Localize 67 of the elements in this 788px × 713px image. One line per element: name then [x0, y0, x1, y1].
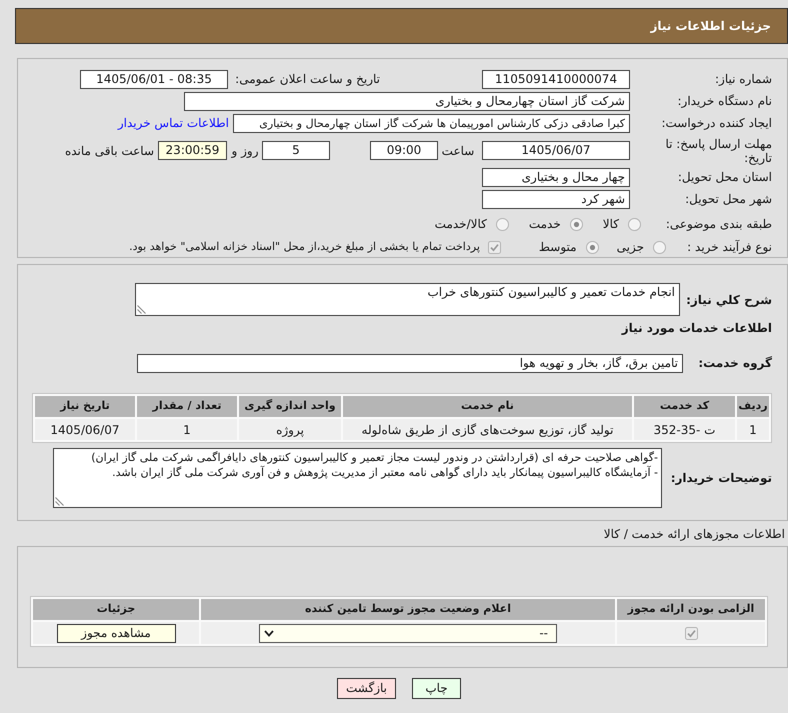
field-label: استان محل تحویل:	[676, 169, 772, 186]
field-label: شهر محل تحویل:	[684, 191, 772, 208]
section-title: اطلاعات مجوزهای ارائه خدمت / کالا	[604, 526, 785, 542]
back-button[interactable]: بازگشت	[337, 678, 396, 699]
column-header: جزئیات	[33, 599, 199, 620]
field-label: نوع فرآیند خرید :	[686, 239, 772, 256]
radio-button[interactable]	[570, 218, 583, 230]
field-label: طبقه بندی موضوعی:	[664, 216, 772, 233]
radio-button[interactable]	[496, 218, 509, 230]
status-select[interactable]: --	[259, 624, 557, 642]
field-label: روز و	[230, 142, 260, 160]
field-label: نام دستگاه خریدار:	[676, 93, 772, 110]
checkbox-label: پرداخت تمام یا بخشی از مبلغ خرید،از محل "اسناد خزانه اسلامی" خواهد بود.	[129, 238, 480, 255]
field-label: تاریخ و ساعت اعلان عمومی:	[234, 71, 380, 88]
chevron-down-icon	[264, 630, 274, 636]
notes-textarea[interactable]: -گواهی صلاحیت حرفه ای (قرارداشتن در وندور لیست مجاز تعمیر و کالیبراسیون کنتورهای دایافراگمی شرکت ملی گاز ایران) - آزمایشگاه کالیبراسیون پیمانکار باید دارای گواهی نامه معتبر از مدیریت پژوهش و فن آوری شرکت ملی گاز ایران باشد.	[53, 448, 662, 508]
checkbox[interactable]	[488, 240, 501, 254]
column-header: ردیف	[737, 396, 769, 417]
province-field[interactable]: چهار محال و بختیاری	[482, 168, 630, 186]
field-label: گروه خدمت:	[697, 355, 772, 372]
field-label: ساعت	[440, 142, 476, 160]
radio-label: متوسط	[538, 239, 577, 256]
table-cell: پروژه	[239, 419, 341, 440]
radio-label: کالا	[602, 216, 619, 233]
field-label: مهلت ارسال پاسخ: تا تاریخ:	[664, 136, 772, 164]
field-label: ساعت باقی مانده	[64, 142, 154, 160]
field-label: شماره نیاز:	[714, 71, 772, 88]
table-cell: 1405/06/07	[35, 419, 135, 440]
service-group-field[interactable]: تامین برق، گاز، بخار و تهویه هوا	[137, 354, 683, 372]
column-header: الزامی بودن ارائه مجوز	[617, 599, 765, 620]
resize-grip-icon[interactable]	[137, 305, 146, 314]
table-cell: ت -35-352	[634, 419, 735, 440]
radio-label: جزیی	[616, 239, 644, 256]
field-label: توضیحات خریدار:	[670, 470, 772, 487]
need-number-field[interactable]: 1105091410000074	[482, 70, 630, 88]
days-field[interactable]: 5	[262, 141, 330, 160]
column-header: واحد اندازه گیری	[239, 396, 341, 417]
deadline-time-field[interactable]: 09:00	[370, 141, 438, 160]
column-header: تاریخ نیاز	[35, 396, 135, 417]
section-title: اطلاعات خدمات مورد نیاز	[622, 320, 772, 336]
column-header: نام خدمت	[343, 396, 632, 417]
field-label: ایجاد کننده درخواست:	[660, 115, 772, 132]
requester-field[interactable]: کبرا صادقی دزکی کارشناس امورپیمان ها شرکت گاز استان چهارمحال و بختیاری	[233, 114, 630, 132]
table-cell: 1	[737, 419, 769, 440]
remaining-time-field[interactable]: 23:00:59	[158, 141, 227, 160]
radio-button[interactable]	[653, 240, 666, 254]
print-button[interactable]: چاپ	[412, 678, 461, 699]
field-label: شرح كلي نياز:	[685, 292, 772, 308]
column-header: اعلام وضعیت مجوز توسط تامین کننده	[201, 599, 615, 620]
announce-date-field[interactable]: 1405/06/01 - 08:35	[80, 70, 228, 88]
page-title: جزئیات اطلاعات نیاز	[650, 18, 771, 35]
description-textarea[interactable]: انجام خدمات تعمیر و کالیبراسیون کنتورهای خراب	[135, 283, 680, 316]
table-cell: 1	[137, 419, 237, 440]
city-field[interactable]: شهر کرد	[482, 190, 630, 208]
resize-grip-icon[interactable]	[55, 497, 64, 506]
deadline-date-field[interactable]: 1405/06/07	[482, 141, 630, 160]
radio-label: کالا/خدمت	[434, 216, 487, 233]
buyer-contact-link[interactable]: اطلاعات تماس خریدار	[118, 114, 229, 132]
radio-button[interactable]	[586, 240, 599, 254]
buyer-org-field[interactable]: شرکت گاز استان چهارمحال و بختیاری	[184, 92, 630, 110]
checkbox[interactable]	[684, 626, 698, 640]
column-header: کد خدمت	[634, 396, 735, 417]
view-permit-button[interactable]: مشاهده مجوز	[56, 624, 176, 642]
radio-button[interactable]	[628, 218, 641, 230]
table-cell: تولید گاز، توزیع سوخت‌های گازی از طریق شاه‌لوله	[343, 419, 632, 440]
column-header: تعداد / مقدار	[137, 396, 237, 417]
radio-label: خدمت	[528, 216, 561, 233]
